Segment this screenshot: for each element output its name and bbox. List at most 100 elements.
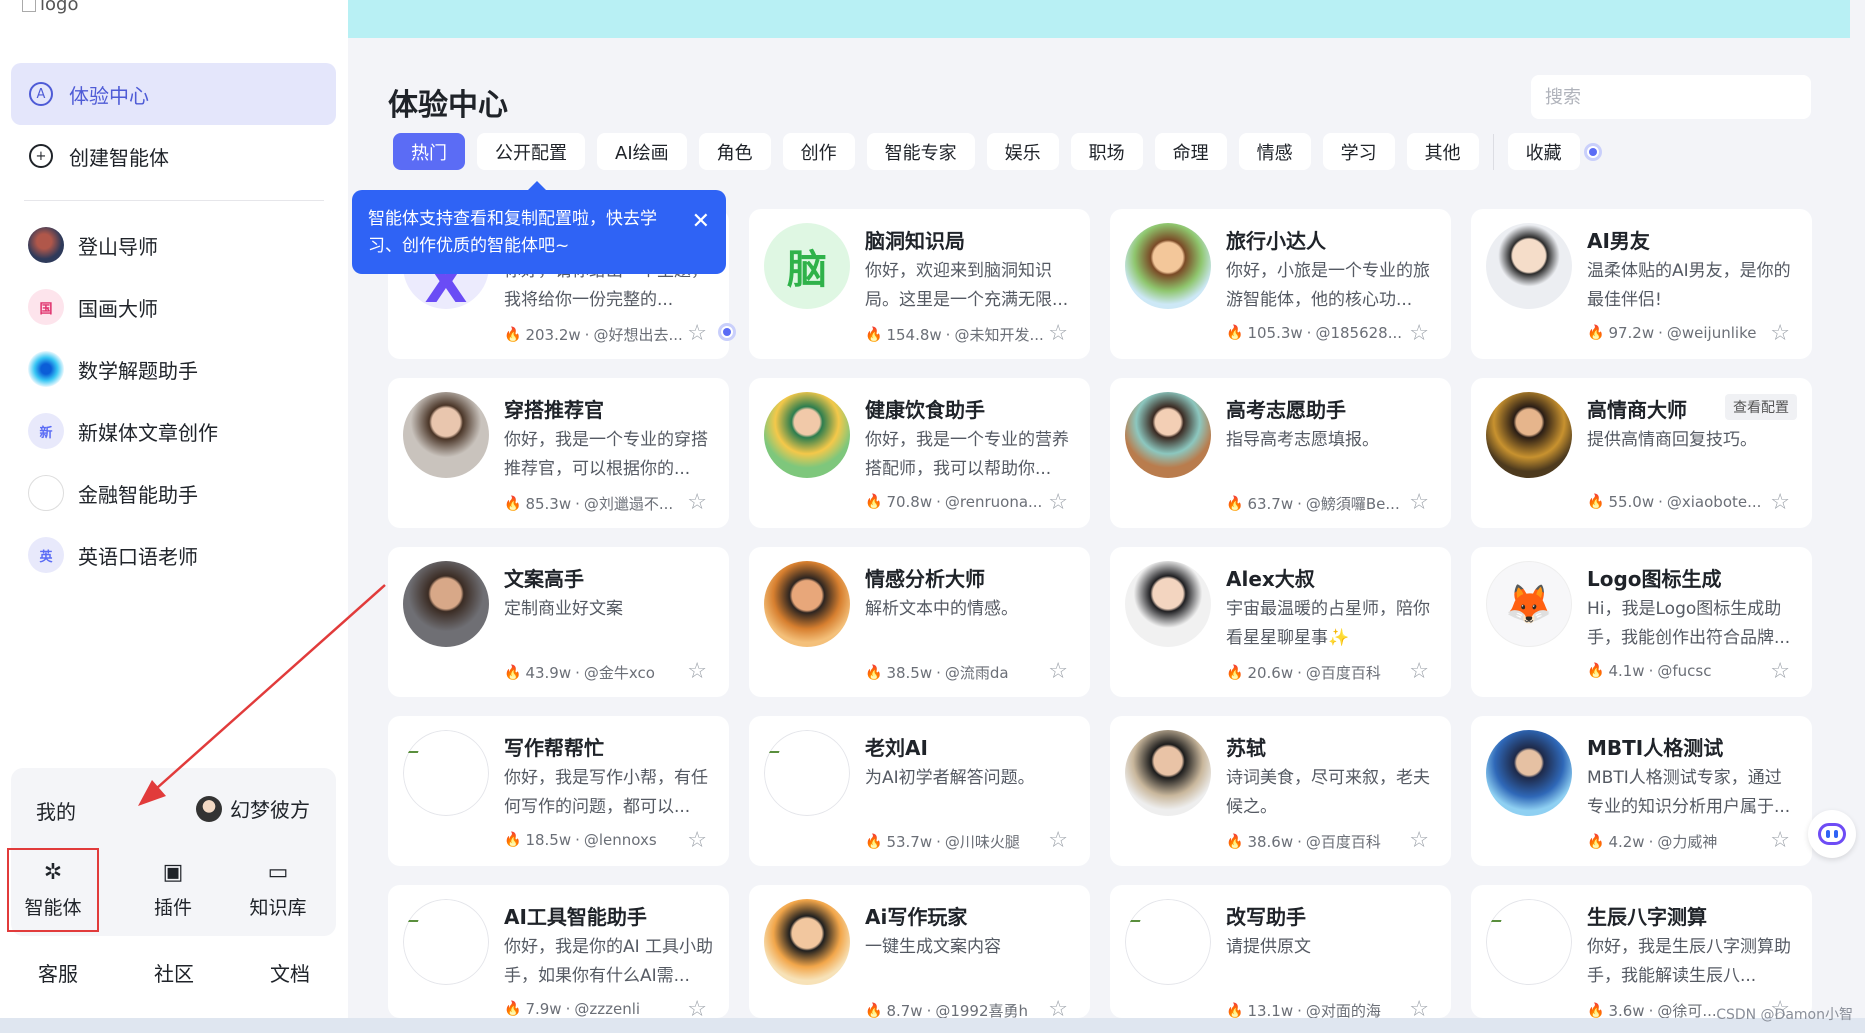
- recent-agent[interactable]: 登山导师: [28, 225, 158, 265]
- star-icon[interactable]: ☆: [1409, 321, 1429, 346]
- agent-card[interactable]: 改写助手 请提供原文 🔥 13.1w · @对面的海 ☆: [1110, 885, 1451, 1018]
- footer-link-support[interactable]: 客服: [22, 958, 94, 987]
- close-icon[interactable]: ✕: [692, 208, 710, 235]
- author: @weijunlike: [1666, 324, 1757, 342]
- flame-icon: 🔥: [504, 1001, 522, 1017]
- recent-agent[interactable]: 金融智能助手: [28, 473, 198, 513]
- star-icon[interactable]: ☆: [1048, 997, 1068, 1018]
- tool-knowledge-base-button[interactable]: ▭ 知识库: [232, 848, 324, 932]
- use-count: 203.2w: [525, 325, 581, 344]
- recent-agent[interactable]: 国 国画大师: [28, 287, 158, 327]
- tab-creation[interactable]: 创作: [782, 133, 855, 170]
- star-icon[interactable]: ☆: [1409, 828, 1429, 853]
- star-icon[interactable]: ☆: [1770, 659, 1790, 684]
- search-input[interactable]: [1531, 75, 1811, 119]
- use-count: 53.7w: [886, 832, 933, 851]
- author: @renruona...: [944, 493, 1043, 511]
- recent-agent[interactable]: 英 英语口语老师: [28, 535, 198, 575]
- tab-study[interactable]: 学习: [1322, 133, 1395, 170]
- agent-card[interactable]: 情感分析大师 解析文本中的情感。 🔥 38.5w · @流雨da ☆: [749, 547, 1090, 697]
- author: @百度百科: [1305, 833, 1381, 851]
- agent-card[interactable]: Alex大叔 宇宙最温暖的占星师，陪你看星星聊星事✨ 🔥 20.6w · @百度百…: [1110, 547, 1451, 697]
- star-icon[interactable]: ☆: [1048, 659, 1068, 684]
- tool-plugins-button[interactable]: ▣ 插件: [127, 848, 219, 932]
- nav-item-create-agent[interactable]: + 创建智能体: [11, 125, 336, 187]
- view-config-button[interactable]: 查看配置: [1725, 394, 1797, 420]
- flame-icon: 🔥: [1226, 1002, 1244, 1019]
- star-icon[interactable]: ☆: [1409, 490, 1429, 515]
- tab-entertainment[interactable]: 娱乐: [986, 133, 1059, 170]
- flame-icon: 🔥: [1587, 663, 1605, 679]
- star-icon[interactable]: ☆: [1048, 490, 1068, 515]
- agent-card[interactable]: 🦊 Logo图标生成 Hi，我是Logo图标生成助手，我能创作出符合品牌... …: [1471, 547, 1812, 697]
- tool-agents-button[interactable]: ✲ 智能体: [7, 848, 99, 932]
- agent-card[interactable]: 苏轼 诗词美食，尽可来叙，老夫候之。 🔥 38.6w · @百度百科 ☆: [1110, 716, 1451, 866]
- star-icon[interactable]: ☆: [1048, 828, 1068, 853]
- author: @lennoxs: [583, 831, 657, 849]
- author: @未知开发...: [954, 326, 1044, 344]
- agent-avatar: [28, 351, 64, 387]
- star-icon[interactable]: ☆: [687, 490, 707, 515]
- agent-card[interactable]: 旅行小达人 你好，小旅是一个专业的旅游智能体，他的核心功... 🔥 105.3w …: [1110, 209, 1451, 359]
- agent-card[interactable]: 老刘AI 为AI初学者解答问题。 🔥 53.7w · @川味火腿 ☆: [749, 716, 1090, 866]
- star-icon[interactable]: ☆: [687, 997, 707, 1018]
- author: @鰟須囉Be...: [1305, 495, 1400, 513]
- tab-expert[interactable]: 智能专家: [866, 133, 975, 170]
- agent-title: 高考志愿助手: [1226, 398, 1346, 422]
- agent-card[interactable]: 高情商大师 查看配置 提供高情商回复技巧。 🔥 55.0w · @xiaobote…: [1471, 378, 1812, 528]
- star-icon[interactable]: ☆: [1770, 321, 1790, 346]
- agent-card[interactable]: 健康饮食助手 你好，我是一个专业的营养搭配师，我可以帮助你... 🔥 70.8w …: [749, 378, 1090, 528]
- agent-card[interactable]: 高考志愿助手 指导高考志愿填报。 🔥 63.7w · @鰟須囉Be... ☆: [1110, 378, 1451, 528]
- logo[interactable]: logo: [22, 0, 78, 15]
- assistant-bot-button[interactable]: [1808, 810, 1856, 858]
- star-icon[interactable]: ☆: [1770, 490, 1790, 515]
- agent-meta: 🔥 13.1w · @对面的海: [1226, 1000, 1406, 1019]
- agent-avatar: [403, 561, 489, 647]
- agent-avatar: [1125, 730, 1211, 816]
- use-count: 154.8w: [886, 325, 942, 344]
- tab-favorites[interactable]: 收藏: [1507, 133, 1580, 170]
- footer-link-community[interactable]: 社区: [138, 958, 210, 987]
- flame-icon: 🔥: [504, 664, 522, 681]
- agent-desc: 温柔体贴的AI男友，是你的最佳伴侣!: [1587, 261, 1791, 310]
- tab-hot[interactable]: 热门: [393, 133, 465, 170]
- star-icon[interactable]: ☆: [1048, 321, 1068, 346]
- tab-role[interactable]: 角色: [698, 133, 771, 170]
- agent-meta: 🔥 70.8w · @renruona...: [865, 493, 1043, 511]
- recent-agent[interactable]: 新 新媒体文章创作: [28, 411, 218, 451]
- tab-workplace[interactable]: 职场: [1070, 133, 1143, 170]
- tab-other[interactable]: 其他: [1406, 133, 1479, 170]
- recent-agent[interactable]: 数学解题助手: [28, 349, 198, 389]
- agent-card[interactable]: Ai写作玩家 一键生成文案内容 🔥 8.7w · @1992喜勇h ☆: [749, 885, 1090, 1018]
- author: @金牛xco: [583, 664, 655, 682]
- star-icon[interactable]: ☆: [687, 321, 707, 346]
- recent-label: 数学解题助手: [78, 358, 198, 383]
- agent-card[interactable]: 穿搭推荐官 你好，我是一个专业的穿搭推荐官，可以根据你的... 🔥 85.3w ·…: [388, 378, 729, 528]
- agent-card[interactable]: 写作帮帮忙 你好，我是写作小帮，有任何写作的问题，都可以... 🔥 18.5w ·…: [388, 716, 729, 866]
- agent-card[interactable]: MBTI人格测试 MBTI人格测试专家，通过专业的知识分析用户属于... 🔥 4.…: [1471, 716, 1812, 866]
- star-icon[interactable]: ☆: [1409, 659, 1429, 684]
- fox-logo-icon: 🦊: [1505, 581, 1553, 626]
- user-profile[interactable]: 幻梦彼方: [196, 794, 310, 823]
- agent-card[interactable]: AI工具智能助手 你好，我是你的AI 工具小助手，如果你有什么AI需... 🔥 7…: [388, 885, 729, 1018]
- username: 幻梦彼方: [230, 798, 310, 822]
- agent-card[interactable]: 生辰八字测算 你好，我是生辰八字测算助手，我能解读生辰八... 🔥 3.6w · …: [1471, 885, 1812, 1018]
- nav-item-experience-center[interactable]: A 体验中心: [11, 63, 336, 125]
- tab-public-config[interactable]: 公开配置: [477, 133, 585, 170]
- star-icon[interactable]: ☆: [1409, 997, 1429, 1018]
- agent-card[interactable]: 脑 脑洞知识局 你好，欢迎来到脑洞知识局。这里是一个充满无限... 🔥 154.8…: [749, 209, 1090, 359]
- tab-ai-drawing[interactable]: AI绘画: [597, 133, 687, 170]
- footer-link-docs[interactable]: 文档: [254, 958, 326, 987]
- use-count: 97.2w: [1608, 324, 1655, 342]
- agent-title: 健康饮食助手: [865, 398, 985, 422]
- agent-card[interactable]: 文案高手 定制商业好文案 🔥 43.9w · @金牛xco ☆: [388, 547, 729, 697]
- tab-emotion[interactable]: 情感: [1238, 133, 1311, 170]
- star-icon[interactable]: ☆: [687, 659, 707, 684]
- agent-meta: 🔥 53.7w · @川味火腿: [865, 832, 1020, 852]
- tab-fortune[interactable]: 命理: [1154, 133, 1227, 170]
- star-icon[interactable]: ☆: [687, 828, 707, 853]
- agent-card[interactable]: AI男友 温柔体贴的AI男友，是你的最佳伴侣! 🔥 97.2w · @weijun…: [1471, 209, 1812, 359]
- flame-icon: 🔥: [865, 326, 883, 343]
- tour-dot-icon: [718, 323, 736, 341]
- star-icon[interactable]: ☆: [1770, 828, 1790, 853]
